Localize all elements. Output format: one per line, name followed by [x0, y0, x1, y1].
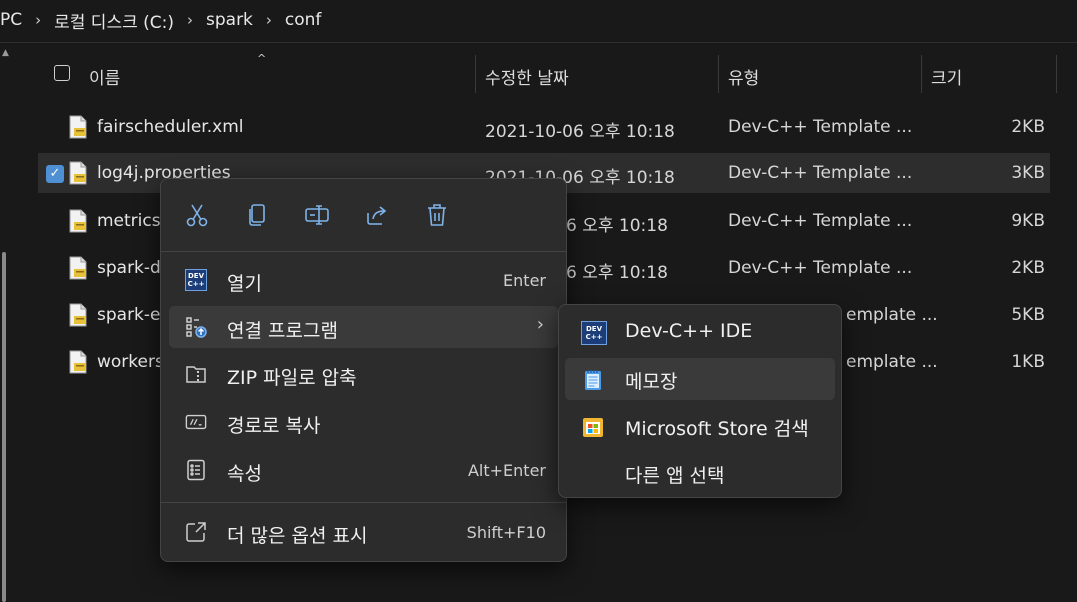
file-icon [69, 115, 87, 139]
breadcrumb-item-pc[interactable]: PC [0, 10, 24, 30]
zip-folder-icon [185, 363, 207, 385]
menu-item-compress-zip[interactable]: ZIP 파일로 압축 [169, 353, 558, 395]
column-header-type[interactable]: 유형 [728, 64, 759, 89]
menu-item-label: 더 많은 옵션 표시 [227, 525, 368, 547]
navigation-scrollbar-thumb[interactable] [2, 252, 6, 602]
file-type: Dev-C++ Template ... [728, 258, 913, 278]
file-icon [69, 209, 87, 233]
menu-divider [161, 251, 566, 252]
file-icon [69, 161, 87, 185]
file-name[interactable]: metrics. [97, 211, 166, 231]
submenu-item-microsoft-store[interactable]: Microsoft Store 검색 [565, 405, 835, 447]
cut-icon[interactable] [181, 199, 213, 231]
copy-path-icon [185, 411, 207, 433]
submenu-chevron-icon: › [536, 314, 544, 335]
file-icon [69, 256, 87, 280]
breadcrumb-item-local-disk[interactable]: 로컬 디스크 (C:) [52, 8, 176, 33]
file-icon [69, 350, 87, 374]
file-name[interactable]: spark-e [97, 305, 161, 325]
notepad-icon [581, 368, 605, 392]
breadcrumb-separator-icon[interactable]: › [24, 11, 52, 29]
breadcrumb: PC › 로컬 디스크 (C:) › spark › conf [0, 0, 1077, 40]
breadcrumb-separator-icon[interactable]: › [176, 11, 204, 29]
menu-item-label: ZIP 파일로 압축 [227, 367, 357, 389]
store-icon [581, 415, 605, 439]
column-divider[interactable] [475, 55, 476, 93]
dev-cpp-icon: DEV C++ [581, 321, 607, 345]
file-icon [69, 303, 87, 327]
column-header-modified[interactable]: 수정한 날짜 [485, 64, 569, 89]
submenu-item-label: Microsoft Store 검색 [625, 418, 809, 440]
menu-item-label: 속성 [227, 463, 262, 485]
menu-item-more-options[interactable]: 더 많은 옵션 표시 Shift+F10 [169, 511, 558, 553]
submenu-item-choose-another-app[interactable]: 다른 앱 선택 [565, 452, 835, 494]
column-header-row: ^ 이름 수정한 날짜 유형 크기 [38, 52, 1058, 96]
file-modified: 2021-10-06 오후 10:18 [485, 122, 675, 142]
select-all-checkbox[interactable] [54, 65, 70, 81]
menu-item-label: 연결 프로그램 [227, 320, 338, 342]
file-row[interactable]: fairscheduler.xml 2021-10-06 오후 10:18 De… [38, 107, 1050, 147]
submenu-item-devcpp[interactable]: DEV C++ Dev-C++ IDE [565, 311, 835, 353]
menu-item-open-with[interactable]: 연결 프로그램 › [169, 306, 558, 348]
file-size: 1KB [1011, 352, 1045, 372]
menu-item-properties[interactable]: 속성 Alt+Enter [169, 449, 558, 491]
file-size: 9KB [1011, 211, 1045, 231]
copy-icon[interactable] [241, 199, 273, 231]
submenu-item-label: 메모장 [625, 371, 678, 393]
submenu-item-label: Dev-C++ IDE [625, 320, 753, 342]
breadcrumb-separator-icon[interactable]: › [255, 11, 283, 29]
breadcrumb-item-spark[interactable]: spark [204, 10, 255, 30]
menu-item-label: 열기 [227, 273, 262, 295]
column-divider[interactable] [921, 55, 922, 93]
file-type: Dev-C++ Template ... [728, 211, 913, 231]
menu-item-copy-path[interactable]: 경로로 복사 [169, 401, 558, 443]
column-divider[interactable] [1056, 55, 1057, 93]
rename-icon[interactable] [301, 199, 333, 231]
file-name[interactable]: fairscheduler.xml [97, 117, 243, 137]
submenu-item-notepad[interactable]: 메모장 [565, 358, 835, 400]
column-header-size[interactable]: 크기 [931, 64, 962, 89]
file-explorer-window: PC › 로컬 디스크 (C:) › spark › conf ▲ ^ 이름 수… [0, 0, 1077, 602]
sort-ascending-icon: ^ [257, 52, 267, 65]
file-type: Dev-C++ Template ... [728, 163, 913, 183]
delete-icon[interactable] [421, 199, 453, 231]
menu-item-shortcut: Enter [503, 271, 546, 290]
quick-actions-bar [161, 179, 566, 251]
file-size: 2KB [1011, 117, 1045, 137]
scroll-up-arrow-icon[interactable]: ▲ [2, 48, 9, 58]
open-with-icon [185, 316, 207, 338]
more-options-icon [185, 521, 207, 543]
menu-divider [161, 502, 566, 503]
file-size: 5KB [1011, 305, 1045, 325]
breadcrumb-divider [0, 42, 1077, 43]
file-type: emplate ... [846, 352, 938, 372]
share-icon[interactable] [361, 199, 393, 231]
file-size: 3KB [1011, 163, 1045, 183]
menu-item-shortcut: Alt+Enter [467, 461, 546, 480]
file-size: 2KB [1011, 258, 1045, 278]
file-name[interactable]: spark-d [97, 258, 161, 278]
breadcrumb-item-conf[interactable]: conf [283, 10, 324, 30]
file-type: emplate ... [846, 305, 938, 325]
menu-item-label: 경로로 복사 [227, 415, 321, 437]
file-modified: 6 오후 10:18 [566, 263, 668, 283]
row-checkbox-checked[interactable]: ✓ [46, 165, 64, 183]
submenu-item-label: 다른 앱 선택 [625, 465, 725, 487]
column-header-name[interactable]: 이름 [89, 64, 120, 89]
file-name[interactable]: workers [97, 352, 164, 372]
properties-icon [185, 459, 207, 481]
menu-item-shortcut: Shift+F10 [466, 523, 546, 542]
open-with-submenu: DEV C++ Dev-C++ IDE 메모장 Microsoft Store … [558, 304, 842, 498]
column-divider[interactable] [718, 55, 719, 93]
dev-cpp-icon: DEV C++ [185, 269, 207, 291]
file-type: Dev-C++ Template ... [728, 117, 913, 137]
file-modified: 6 오후 10:18 [566, 216, 668, 236]
menu-item-open[interactable]: DEV C++ 열기 Enter [169, 259, 558, 301]
context-menu: DEV C++ 열기 Enter 연결 프로그램 › ZIP 파일로 압축 경로… [160, 178, 567, 562]
